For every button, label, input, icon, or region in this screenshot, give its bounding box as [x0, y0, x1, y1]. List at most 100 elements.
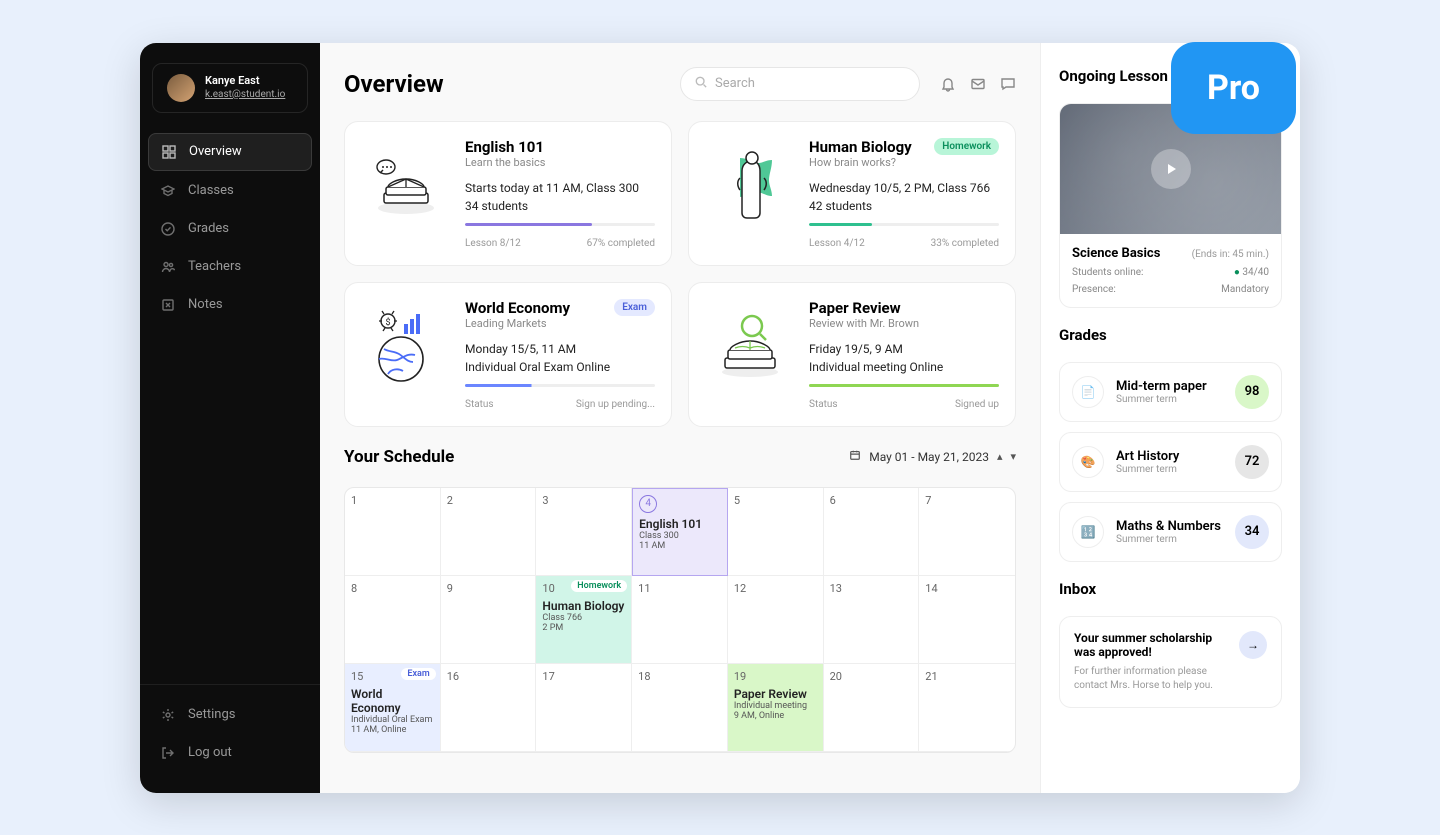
mail-icon[interactable] [970, 76, 986, 92]
calendar-cell[interactable]: 14 [919, 576, 1015, 664]
progress-pct: 33% completed [931, 238, 999, 249]
students-online-label: Students online: [1072, 267, 1143, 278]
day-number: 6 [830, 494, 836, 507]
grade-icon: 🎨 [1072, 446, 1104, 478]
sidebar-item-logout[interactable]: Log out [148, 735, 312, 771]
people-icon [160, 259, 176, 275]
day-number: 13 [830, 582, 842, 595]
card-badge: Exam [614, 299, 655, 316]
grade-name: Art History [1116, 449, 1223, 464]
card-line1: Wednesday 10/5, 2 PM, Class 766 [809, 181, 999, 195]
presence-label: Presence: [1072, 284, 1116, 295]
day-number: 20 [830, 670, 842, 683]
calendar-cell[interactable]: 5 [728, 488, 824, 576]
chevron-down-icon[interactable]: ▾ [1010, 450, 1016, 463]
status-value: Signed up [955, 399, 999, 410]
calendar-cell[interactable]: 9 [441, 576, 537, 664]
calendar-cell[interactable]: 3 [536, 488, 632, 576]
page-title: Overview [344, 70, 660, 98]
course-card[interactable]: English 101 Learn the basics Starts toda… [344, 121, 672, 266]
course-cards: English 101 Learn the basics Starts toda… [344, 121, 1016, 427]
progress-label: Lesson 4/12 [809, 238, 865, 249]
calendar-cell[interactable]: 19 Paper Review Individual meeting 9 AM,… [728, 664, 824, 752]
calendar-cell[interactable]: 8 [345, 576, 441, 664]
calendar-cell[interactable]: 2 [441, 488, 537, 576]
nav-label: Log out [188, 745, 232, 760]
card-subtitle: Review with Mr. Brown [809, 317, 919, 330]
inbox-message[interactable]: Your summer scholarship was approved! Fo… [1059, 616, 1282, 708]
sidebar-item-notes[interactable]: Notes [148, 287, 312, 323]
calendar-cell[interactable]: 13 [824, 576, 920, 664]
calendar-cell[interactable]: 15Exam World Economy Individual Oral Exa… [345, 664, 441, 752]
card-line2: 42 students [809, 199, 999, 213]
calendar-cell[interactable]: 21 [919, 664, 1015, 752]
search-input[interactable]: Search [680, 67, 920, 101]
topbar: Overview Search [344, 67, 1016, 101]
play-icon[interactable] [1151, 149, 1191, 189]
calendar-cell[interactable]: 18 [632, 664, 728, 752]
sidebar-item-classes[interactable]: Classes [148, 173, 312, 209]
event-title: English 101 [639, 517, 721, 531]
lesson-ends: (Ends in: 45 min.) [1192, 249, 1269, 260]
profile-card[interactable]: Kanye East k.east@student.io [152, 63, 308, 113]
card-illustration [361, 138, 451, 228]
card-badge: Homework [934, 138, 999, 155]
course-card[interactable]: $ World Economy Leading Markets Exam Mon… [344, 282, 672, 427]
calendar-cell[interactable]: 6 [824, 488, 920, 576]
search-icon [695, 76, 707, 92]
search-placeholder: Search [715, 76, 755, 91]
sidebar-item-overview[interactable]: Overview [148, 133, 312, 171]
grade-score: 34 [1235, 515, 1269, 549]
calendar-cell[interactable]: 7 [919, 488, 1015, 576]
grade-item[interactable]: 🔢 Maths & Numbers Summer term 34 [1059, 502, 1282, 562]
event-title: Human Biology [542, 599, 625, 613]
calendar-cell[interactable]: 11 [632, 576, 728, 664]
status-label: Status [465, 399, 494, 410]
note-icon [160, 297, 176, 313]
grade-icon: 📄 [1072, 376, 1104, 408]
check-circle-icon [160, 221, 176, 237]
grid-icon [161, 144, 177, 160]
bell-icon[interactable] [940, 76, 956, 92]
lesson-name: Science Basics [1072, 246, 1160, 261]
calendar-cell[interactable]: 17 [536, 664, 632, 752]
card-illustration: $ [361, 299, 451, 389]
chat-icon[interactable] [1000, 76, 1016, 92]
calendar-cell[interactable]: 10Homework Human Biology Class 766 2 PM [536, 576, 632, 664]
day-number: 18 [638, 670, 650, 683]
calendar-cell[interactable]: 12 [728, 576, 824, 664]
event-sub2: 2 PM [542, 623, 625, 633]
event-sub2: 11 AM [639, 541, 721, 551]
course-card[interactable]: Human Biology How brain works? Homework … [688, 121, 1016, 266]
event-sub2: 11 AM, Online [351, 725, 434, 735]
grade-name: Maths & Numbers [1116, 519, 1223, 534]
grade-name: Mid-term paper [1116, 379, 1223, 394]
calendar-cell[interactable]: 20 [824, 664, 920, 752]
nav-label: Teachers [188, 259, 241, 274]
day-number: 17 [542, 670, 554, 683]
nav-label: Notes [188, 297, 223, 312]
card-line2: 34 students [465, 199, 655, 213]
card-title: English 101 [465, 138, 545, 156]
calendar-cell[interactable]: 4 English 101 Class 300 11 AM [632, 488, 728, 576]
calendar-cell[interactable]: 16 [441, 664, 537, 752]
sidebar-item-grades[interactable]: Grades [148, 211, 312, 247]
event-sub1: Individual Oral Exam [351, 715, 434, 725]
sidebar-item-teachers[interactable]: Teachers [148, 249, 312, 285]
sidebar-item-settings[interactable]: Settings [148, 697, 312, 733]
grade-item[interactable]: 🎨 Art History Summer term 72 [1059, 432, 1282, 492]
schedule-title: Your Schedule [344, 447, 454, 467]
logout-icon [160, 745, 176, 761]
calendar-cell[interactable]: 1 [345, 488, 441, 576]
day-number: 11 [638, 582, 650, 595]
profile-email[interactable]: k.east@student.io [205, 88, 285, 101]
inbox-subtitle: For further information please contact M… [1074, 665, 1227, 693]
nav-label: Overview [189, 144, 242, 159]
status-value: Sign up pending... [576, 399, 655, 410]
sidebar: Kanye East k.east@student.io Overview Cl… [140, 43, 320, 793]
arrow-right-icon[interactable]: → [1239, 631, 1267, 659]
grade-item[interactable]: 📄 Mid-term paper Summer term 98 [1059, 362, 1282, 422]
chevron-up-icon[interactable]: ▴ [997, 450, 1003, 463]
top-icons [940, 76, 1016, 92]
course-card[interactable]: Paper Review Review with Mr. Brown Frida… [688, 282, 1016, 427]
